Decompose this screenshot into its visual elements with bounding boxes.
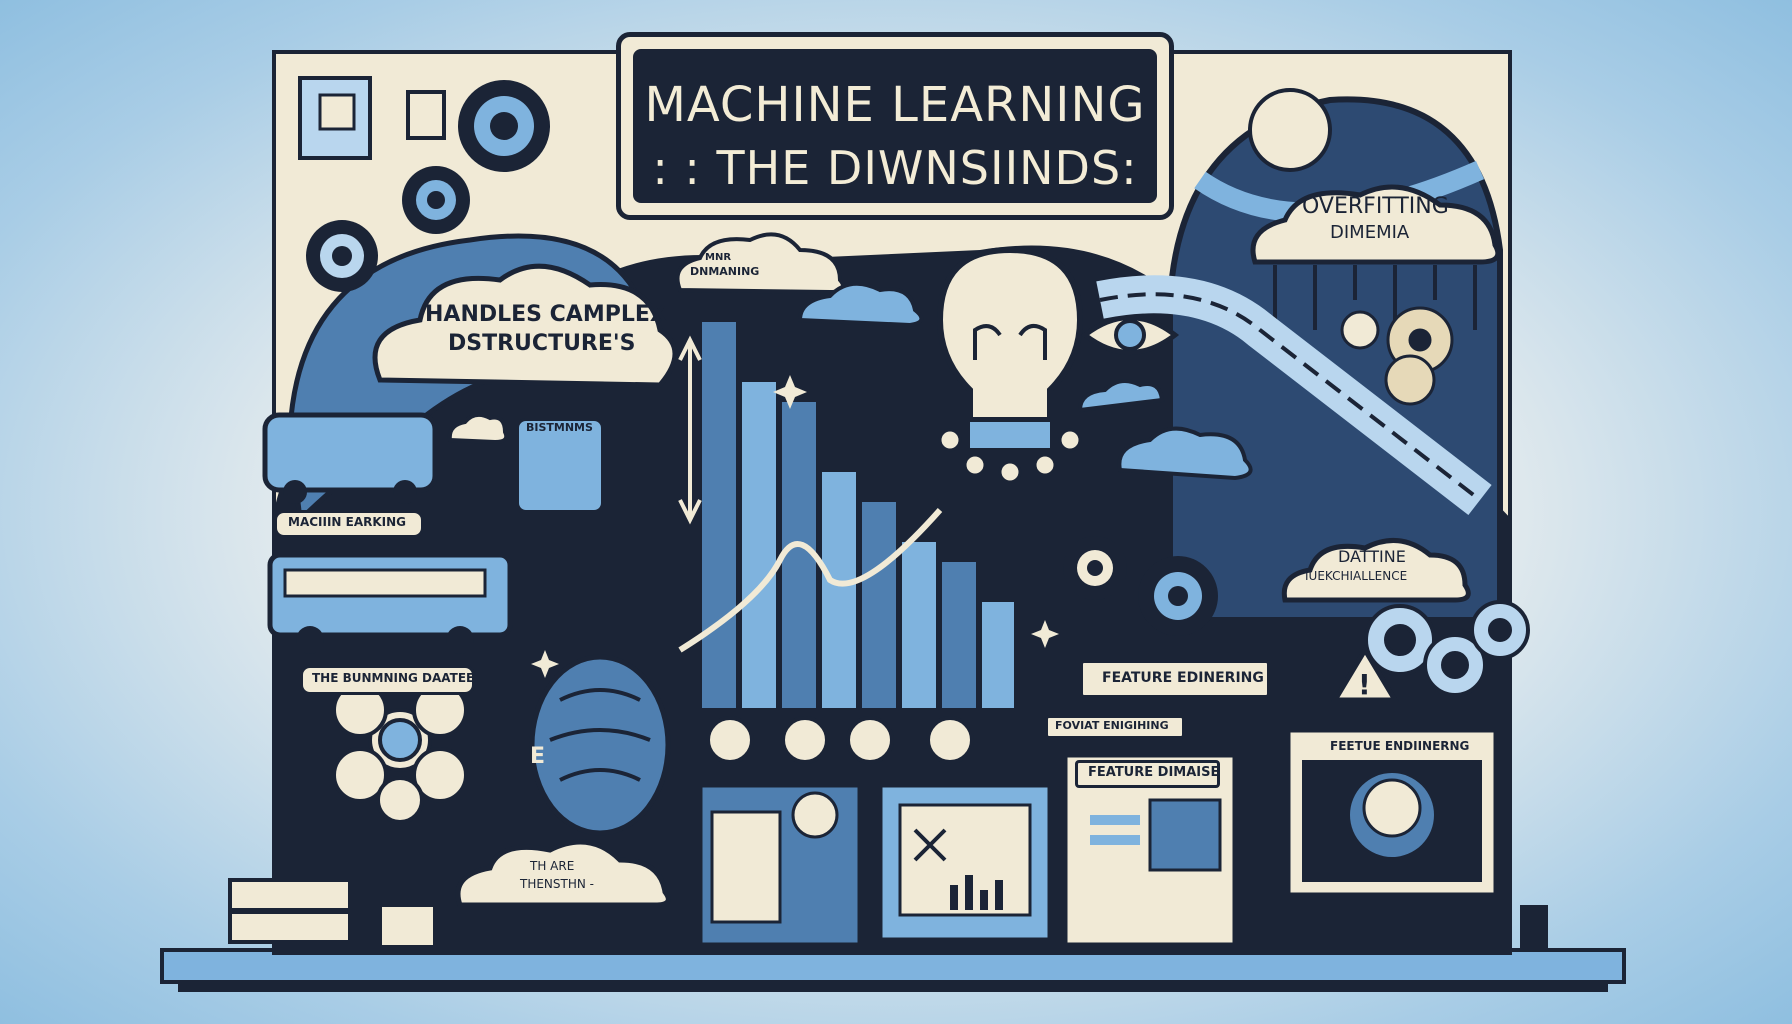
bistmnms-label: BISTMNMS	[526, 421, 593, 434]
title-inner: MACHINE LEARNING : : THE DIWNSIINDS:	[633, 49, 1157, 203]
overfitting-label-1: OVERFITTING	[1302, 194, 1449, 219]
th-are-label-1: TH ARE	[530, 859, 575, 873]
fovat-label: FOVIAT ENIGIHING	[1055, 719, 1169, 732]
e-letter-label: E	[530, 744, 546, 769]
mnr-label-1: MNR	[705, 252, 732, 263]
monitor-left-icon	[697, 782, 863, 948]
handles-label-1: HANDLES CAMPLEX	[425, 302, 667, 327]
brain-icon	[529, 654, 671, 836]
moon-icon	[1248, 88, 1332, 172]
th-are-label-2: THENSTHN -	[520, 877, 595, 891]
mnr-label-2: DNMANING	[690, 265, 760, 278]
truck-icon	[262, 412, 438, 504]
cloud-mnr	[675, 232, 846, 295]
machin-earning-label: MACIIIN EARKING	[288, 515, 407, 529]
svg-text:!: !	[1358, 668, 1371, 701]
overfitting-label-2: DIMEMIA	[1330, 222, 1410, 243]
speaker-icon	[1470, 900, 1548, 950]
datine-label-2: IUEKCHIALLENCE	[1305, 569, 1408, 583]
switch-icon	[406, 90, 446, 140]
cube-box-icon	[298, 76, 372, 160]
title-line2: : : THE DIWNSIINDS:	[652, 141, 1138, 195]
feature-ed-label: FEATURE EDINERING	[1102, 670, 1264, 686]
title-panel: MACHINE LEARNING : : THE DIWNSIINDS:	[616, 32, 1174, 220]
datine-label-1: DATTINE	[1338, 547, 1406, 566]
monitor-chart-icon	[877, 782, 1053, 943]
handles-label-2: DSTRUCTURE'S	[448, 331, 636, 356]
featue-end-label: FEETUE ENDIINERNG	[1330, 739, 1470, 753]
feature-dim-label: FEATURE DIMAISE	[1088, 765, 1220, 780]
title-line1: MACHINE LEARNING	[644, 77, 1146, 133]
bunmning-label: THE BUNMNING DAATEE	[312, 671, 475, 685]
